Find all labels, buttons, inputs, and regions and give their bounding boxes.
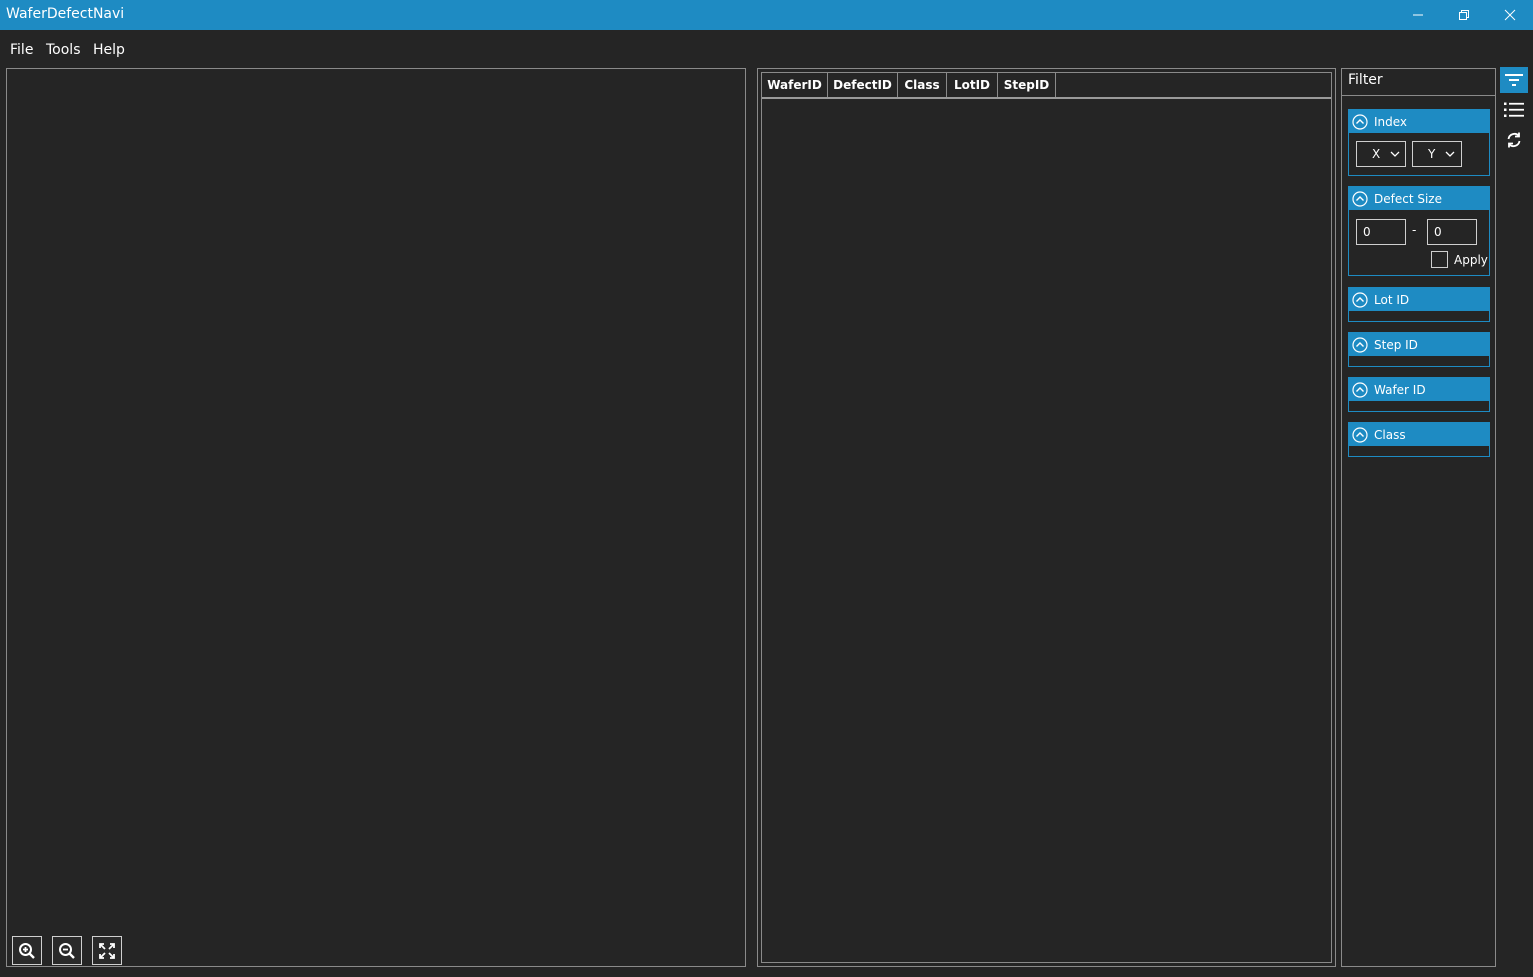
- fit-screen-button[interactable]: [92, 936, 122, 965]
- column-header-waferid[interactable]: WaferID: [762, 73, 828, 97]
- close-button[interactable]: [1487, 0, 1533, 30]
- filter-group-class-header[interactable]: Class: [1349, 423, 1489, 446]
- filter-group-step-id: Step ID: [1348, 332, 1490, 367]
- chevron-up-icon: [1352, 426, 1368, 443]
- refresh-icon: [1507, 132, 1521, 148]
- menu-help[interactable]: Help: [93, 42, 125, 58]
- filter-group-class: Class: [1348, 422, 1490, 457]
- filter-group-index-header[interactable]: Index: [1349, 110, 1489, 133]
- list-view-button[interactable]: [1500, 97, 1528, 123]
- list-icon: [1504, 102, 1524, 117]
- chevron-up-icon: [1352, 381, 1368, 398]
- filter-title: Filter: [1348, 72, 1383, 88]
- window-title: WaferDefectNavi: [6, 6, 125, 22]
- refresh-button[interactable]: [1500, 127, 1528, 153]
- wafer-map-panel[interactable]: [6, 68, 746, 967]
- filter-group-lot-id-header[interactable]: Lot ID: [1349, 288, 1489, 311]
- table-header: WaferID DefectID Class LotID StepID: [762, 73, 1331, 99]
- column-header-class[interactable]: Class: [898, 73, 947, 97]
- close-icon: [1504, 9, 1516, 21]
- title-bar: WaferDefectNavi: [0, 0, 1533, 30]
- filter-group-lot-id: Lot ID: [1348, 287, 1490, 322]
- menu-file[interactable]: File: [10, 42, 33, 58]
- column-header-defectid[interactable]: DefectID: [828, 73, 898, 97]
- chevron-up-icon: [1352, 190, 1368, 207]
- menu-tools[interactable]: Tools: [46, 42, 81, 58]
- chevron-up-icon: [1352, 291, 1368, 308]
- column-header-stepid[interactable]: StepID: [998, 73, 1056, 97]
- restore-icon: [1459, 10, 1469, 20]
- filter-toggle-button[interactable]: [1500, 67, 1528, 93]
- chevron-up-icon: [1352, 113, 1368, 130]
- filter-group-lot-id-label: Lot ID: [1374, 292, 1410, 307]
- filter-group-class-label: Class: [1374, 427, 1406, 442]
- defect-size-max-input[interactable]: 0: [1427, 219, 1477, 245]
- fit-screen-icon: [99, 942, 115, 959]
- chevron-up-icon: [1352, 336, 1368, 353]
- index-y-combo[interactable]: Y: [1412, 141, 1462, 167]
- defect-size-min-input[interactable]: 0: [1356, 219, 1406, 245]
- index-x-value: X: [1372, 147, 1381, 161]
- filter-group-step-id-label: Step ID: [1374, 337, 1418, 352]
- defect-size-separator: -: [1412, 223, 1417, 237]
- restore-button[interactable]: [1441, 0, 1487, 30]
- filter-group-index: Index X Y: [1348, 109, 1490, 176]
- index-y-value: Y: [1428, 147, 1436, 161]
- filter-group-wafer-id-header[interactable]: Wafer ID: [1349, 378, 1489, 401]
- chevron-down-icon: [1390, 151, 1400, 157]
- index-x-combo[interactable]: X: [1356, 141, 1406, 167]
- filter-group-index-label: Index: [1374, 114, 1408, 129]
- filter-group-defect-size-label: Defect Size: [1374, 191, 1442, 206]
- zoom-out-icon: [59, 942, 75, 959]
- filter-group-step-id-header[interactable]: Step ID: [1349, 333, 1489, 356]
- filter-group-wafer-id-label: Wafer ID: [1374, 382, 1426, 397]
- minimize-button[interactable]: [1395, 0, 1441, 30]
- filter-group-defect-size: Defect Size 0 - 0 Apply: [1348, 186, 1490, 276]
- zoom-in-icon: [19, 942, 35, 959]
- filter-divider: [1342, 95, 1495, 96]
- defect-table-panel: WaferID DefectID Class LotID StepID: [757, 68, 1336, 967]
- minimize-icon: [1413, 14, 1423, 16]
- filter-panel: Filter Index X Y Defect Size 0 - 0 Apply…: [1341, 68, 1496, 967]
- zoom-in-button[interactable]: [12, 936, 42, 965]
- defect-size-apply-label: Apply: [1454, 253, 1488, 267]
- defect-table[interactable]: WaferID DefectID Class LotID StepID: [761, 72, 1332, 963]
- filter-icon: [1505, 74, 1523, 86]
- filter-group-defect-size-header[interactable]: Defect Size: [1349, 187, 1489, 210]
- chevron-down-icon: [1445, 151, 1455, 157]
- menu-bar: File Tools Help: [0, 30, 1533, 68]
- zoom-out-button[interactable]: [52, 936, 82, 965]
- defect-size-apply-checkbox[interactable]: [1431, 251, 1448, 268]
- filter-group-wafer-id: Wafer ID: [1348, 377, 1490, 412]
- column-header-lotid[interactable]: LotID: [947, 73, 998, 97]
